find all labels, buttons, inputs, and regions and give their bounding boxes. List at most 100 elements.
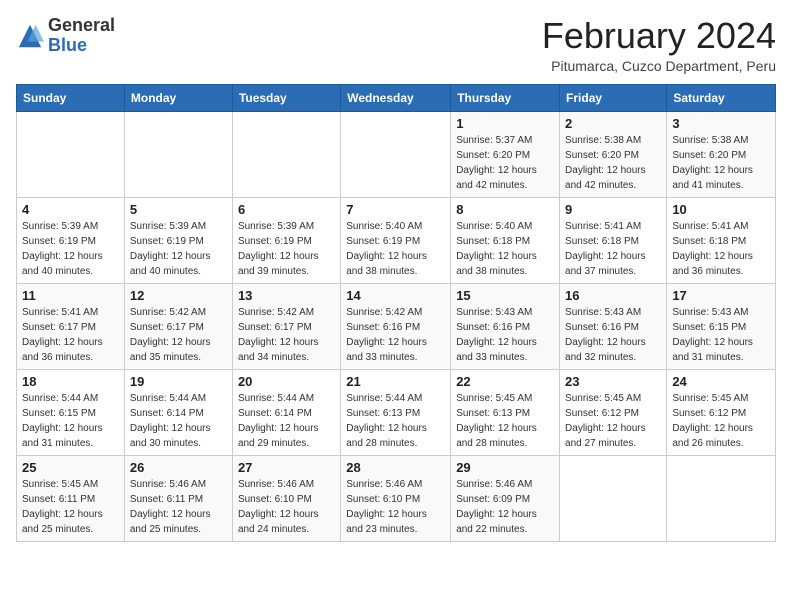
day-info: Sunrise: 5:41 AM Sunset: 6:17 PM Dayligh…: [22, 305, 119, 365]
calendar-cell: 16Sunrise: 5:43 AM Sunset: 6:16 PM Dayli…: [560, 283, 667, 369]
calendar-cell: 22 Sunrise: 5:45 AM Sunset: 6:13 PM Dayli…: [451, 369, 560, 455]
day-number: 10: [672, 202, 770, 217]
title-area: February 2024 Pitumarca, Cuzco Departmen…: [542, 16, 776, 74]
day-info: Sunrise: 5:43 AM Sunset: 6:15 PM Dayligh…: [672, 305, 770, 365]
day-number: 22: [456, 374, 554, 389]
calendar-cell: 15Sunrise: 5:43 AM Sunset: 6:16 PM Dayli…: [451, 283, 560, 369]
day-header-monday: Monday: [124, 84, 232, 111]
day-number: 25: [22, 460, 119, 475]
day-info: Sunrise: 5:39 AM Sunset: 6:19 PM Dayligh…: [130, 219, 227, 279]
day-info: Sunrise: 5:46 AM Sunset: 6:09 PM Dayligh…: [456, 477, 554, 537]
day-number: 27: [238, 460, 335, 475]
calendar-cell: [232, 111, 340, 197]
day-number: 29: [456, 460, 554, 475]
calendar-week-3: 18 Sunrise: 5:44 AM Sunset: 6:15 PM Dayli…: [17, 369, 776, 455]
calendar-cell: [667, 455, 776, 541]
calendar-cell: 29 Sunrise: 5:46 AM Sunset: 6:09 PM Dayli…: [451, 455, 560, 541]
day-number: 6: [238, 202, 335, 217]
day-info: Sunrise: 5:39 AM Sunset: 6:19 PM Dayligh…: [22, 219, 119, 279]
day-number: 5: [130, 202, 227, 217]
calendar-cell: 6 Sunrise: 5:39 AM Sunset: 6:19 PM Daylig…: [232, 197, 340, 283]
day-number: 4: [22, 202, 119, 217]
calendar-cell: 18 Sunrise: 5:44 AM Sunset: 6:15 PM Dayli…: [17, 369, 125, 455]
page-header: General Blue February 2024 Pitumarca, Cu…: [16, 16, 776, 74]
day-number: 11: [22, 288, 119, 303]
day-number: 3: [672, 116, 770, 131]
calendar-cell: 23Sunrise: 5:45 AM Sunset: 6:12 PM Dayli…: [560, 369, 667, 455]
day-info: Sunrise: 5:41 AM Sunset: 6:18 PM Dayligh…: [565, 219, 661, 279]
calendar-cell: 3 Sunrise: 5:38 AM Sunset: 6:20 PM Daylig…: [667, 111, 776, 197]
day-info: Sunrise: 5:45 AM Sunset: 6:11 PM Dayligh…: [22, 477, 119, 537]
calendar-cell: 11 Sunrise: 5:41 AM Sunset: 6:17 PM Dayli…: [17, 283, 125, 369]
day-info: Sunrise: 5:40 AM Sunset: 6:18 PM Dayligh…: [456, 219, 554, 279]
logo-icon: [16, 22, 44, 50]
calendar-cell: 24 Sunrise: 5:45 AM Sunset: 6:12 PM Dayli…: [667, 369, 776, 455]
calendar-cell: 21 Sunrise: 5:44 AM Sunset: 6:13 PM Dayli…: [341, 369, 451, 455]
day-info: Sunrise: 5:46 AM Sunset: 6:10 PM Dayligh…: [238, 477, 335, 537]
day-info: Sunrise: 5:45 AM Sunset: 6:13 PM Dayligh…: [456, 391, 554, 451]
day-info: Sunrise: 5:42 AM Sunset: 6:17 PM Dayligh…: [130, 305, 227, 365]
calendar-cell: 25 Sunrise: 5:45 AM Sunset: 6:11 PM Dayli…: [17, 455, 125, 541]
location-title: Pitumarca, Cuzco Department, Peru: [542, 58, 776, 74]
day-info: Sunrise: 5:44 AM Sunset: 6:13 PM Dayligh…: [346, 391, 445, 451]
day-number: 28: [346, 460, 445, 475]
calendar-cell: 5 Sunrise: 5:39 AM Sunset: 6:19 PM Daylig…: [124, 197, 232, 283]
day-number: 2: [565, 116, 661, 131]
calendar-cell: [560, 455, 667, 541]
day-number: 20: [238, 374, 335, 389]
calendar-week-1: 4 Sunrise: 5:39 AM Sunset: 6:19 PM Daylig…: [17, 197, 776, 283]
calendar-cell: 13 Sunrise: 5:42 AM Sunset: 6:17 PM Dayli…: [232, 283, 340, 369]
month-title: February 2024: [542, 16, 776, 56]
day-info: Sunrise: 5:43 AM Sunset: 6:16 PM Dayligh…: [456, 305, 554, 365]
day-header-saturday: Saturday: [667, 84, 776, 111]
calendar-cell: 20 Sunrise: 5:44 AM Sunset: 6:14 PM Dayli…: [232, 369, 340, 455]
day-info: Sunrise: 5:46 AM Sunset: 6:11 PM Dayligh…: [130, 477, 227, 537]
day-info: Sunrise: 5:40 AM Sunset: 6:19 PM Dayligh…: [346, 219, 445, 279]
calendar-cell: 2Sunrise: 5:38 AM Sunset: 6:20 PM Daylig…: [560, 111, 667, 197]
day-number: 21: [346, 374, 445, 389]
day-header-sunday: Sunday: [17, 84, 125, 111]
calendar-cell: 8 Sunrise: 5:40 AM Sunset: 6:18 PM Daylig…: [451, 197, 560, 283]
calendar-header-row: SundayMondayTuesdayWednesdayThursdayFrid…: [17, 84, 776, 111]
calendar-cell: 28 Sunrise: 5:46 AM Sunset: 6:10 PM Dayli…: [341, 455, 451, 541]
calendar-cell: [124, 111, 232, 197]
day-info: Sunrise: 5:45 AM Sunset: 6:12 PM Dayligh…: [672, 391, 770, 451]
day-number: 7: [346, 202, 445, 217]
day-header-friday: Friday: [560, 84, 667, 111]
calendar-week-2: 11 Sunrise: 5:41 AM Sunset: 6:17 PM Dayli…: [17, 283, 776, 369]
day-number: 13: [238, 288, 335, 303]
day-number: 26: [130, 460, 227, 475]
calendar-week-4: 25 Sunrise: 5:45 AM Sunset: 6:11 PM Dayli…: [17, 455, 776, 541]
day-info: Sunrise: 5:37 AM Sunset: 6:20 PM Dayligh…: [456, 133, 554, 193]
day-info: Sunrise: 5:42 AM Sunset: 6:17 PM Dayligh…: [238, 305, 335, 365]
day-info: Sunrise: 5:38 AM Sunset: 6:20 PM Dayligh…: [672, 133, 770, 193]
day-number: 16: [565, 288, 661, 303]
calendar-table: SundayMondayTuesdayWednesdayThursdayFrid…: [16, 84, 776, 542]
day-number: 24: [672, 374, 770, 389]
calendar-cell: 19Sunrise: 5:44 AM Sunset: 6:14 PM Dayli…: [124, 369, 232, 455]
day-info: Sunrise: 5:44 AM Sunset: 6:15 PM Dayligh…: [22, 391, 119, 451]
day-number: 18: [22, 374, 119, 389]
day-number: 17: [672, 288, 770, 303]
day-info: Sunrise: 5:44 AM Sunset: 6:14 PM Dayligh…: [238, 391, 335, 451]
calendar-cell: [341, 111, 451, 197]
day-number: 12: [130, 288, 227, 303]
day-info: Sunrise: 5:46 AM Sunset: 6:10 PM Dayligh…: [346, 477, 445, 537]
day-info: Sunrise: 5:44 AM Sunset: 6:14 PM Dayligh…: [130, 391, 227, 451]
calendar-cell: 10 Sunrise: 5:41 AM Sunset: 6:18 PM Dayli…: [667, 197, 776, 283]
calendar-body: 1Sunrise: 5:37 AM Sunset: 6:20 PM Daylig…: [17, 111, 776, 541]
day-number: 23: [565, 374, 661, 389]
calendar-cell: 12 Sunrise: 5:42 AM Sunset: 6:17 PM Dayli…: [124, 283, 232, 369]
calendar-cell: 27 Sunrise: 5:46 AM Sunset: 6:10 PM Dayli…: [232, 455, 340, 541]
day-info: Sunrise: 5:41 AM Sunset: 6:18 PM Dayligh…: [672, 219, 770, 279]
day-header-thursday: Thursday: [451, 84, 560, 111]
day-header-wednesday: Wednesday: [341, 84, 451, 111]
logo: General Blue: [16, 16, 115, 56]
day-header-tuesday: Tuesday: [232, 84, 340, 111]
day-number: 8: [456, 202, 554, 217]
day-info: Sunrise: 5:42 AM Sunset: 6:16 PM Dayligh…: [346, 305, 445, 365]
day-info: Sunrise: 5:39 AM Sunset: 6:19 PM Dayligh…: [238, 219, 335, 279]
calendar-cell: 26 Sunrise: 5:46 AM Sunset: 6:11 PM Dayli…: [124, 455, 232, 541]
calendar-cell: 4 Sunrise: 5:39 AM Sunset: 6:19 PM Daylig…: [17, 197, 125, 283]
logo-general: General Blue: [48, 16, 115, 56]
